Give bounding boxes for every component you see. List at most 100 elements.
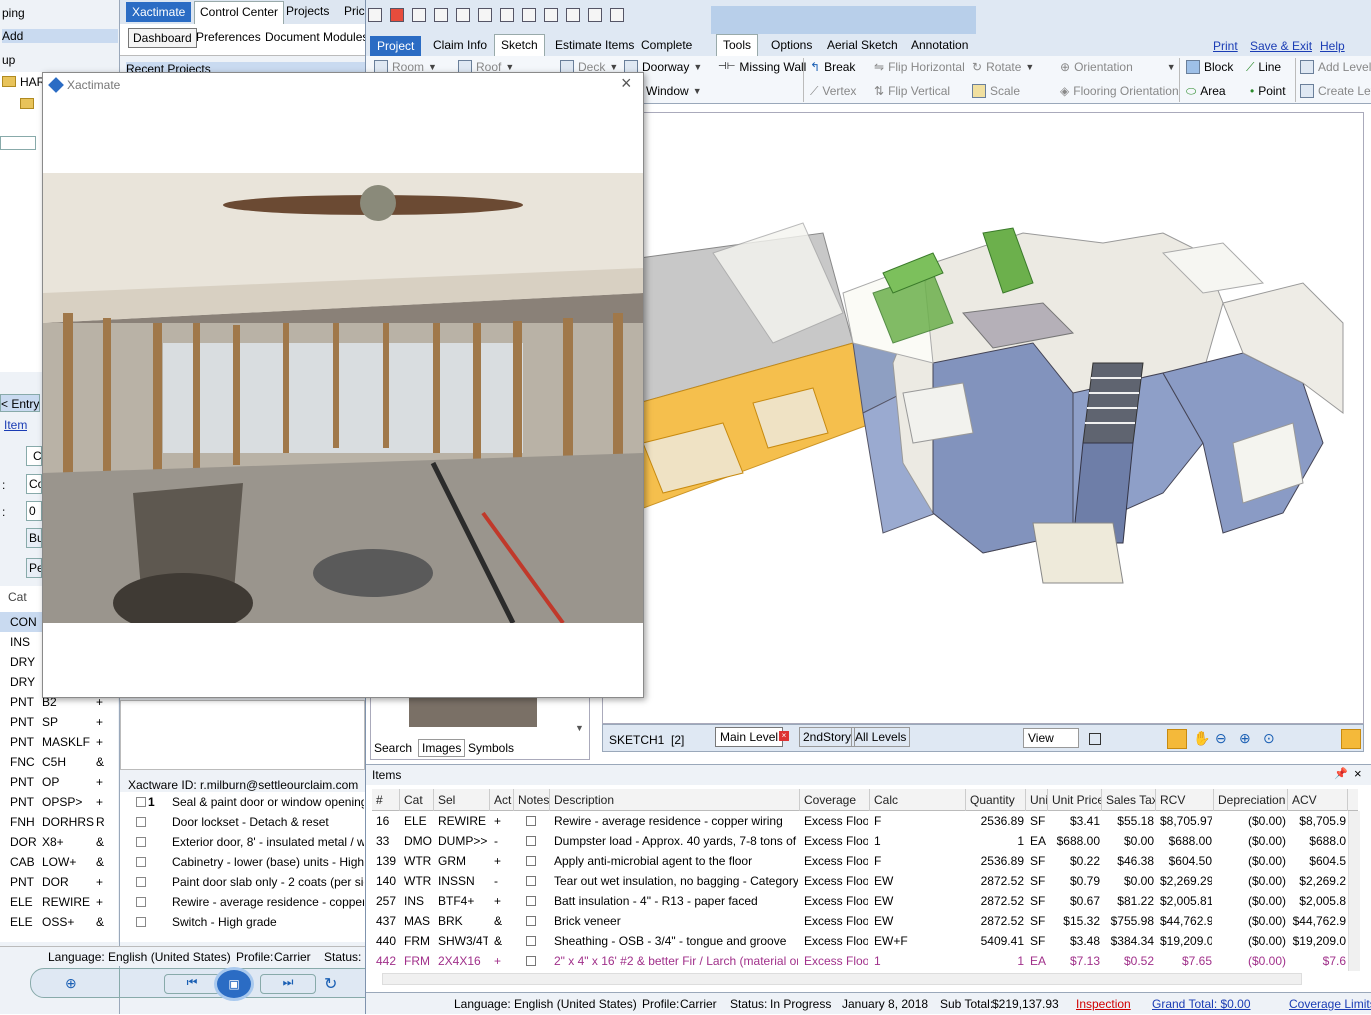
column-header[interactable]: Depreciation	[1214, 789, 1288, 811]
print-link[interactable]: Print	[1213, 39, 1238, 53]
left-row[interactable]: PNT SP +	[0, 712, 118, 732]
left-item-up[interactable]: up	[2, 53, 15, 67]
tab-2nd-story[interactable]: 2ndStory	[799, 727, 856, 747]
field-box-1[interactable]: Cl	[26, 446, 42, 466]
column-header[interactable]: Unit	[1026, 789, 1048, 811]
close-icon[interactable]: ×	[1354, 766, 1362, 781]
scale-button[interactable]: Scale	[972, 80, 1020, 102]
back-desc-row[interactable]: Switch - High grade	[120, 912, 365, 932]
undo-icon[interactable]	[500, 8, 514, 22]
back-desc-row[interactable]: Exterior door, 8' - insulated metal / wo…	[120, 832, 365, 852]
table-row[interactable]: 257 INS BTF4+ + Batt insulation - 4" - R13 -…	[372, 891, 1348, 911]
left-row[interactable]: ELE OSS+ &	[0, 912, 118, 932]
zoom-in-icon[interactable]: ⊕	[1239, 730, 1251, 747]
checklist-icon[interactable]	[390, 8, 404, 22]
copy-icon[interactable]	[412, 8, 426, 22]
table-row[interactable]: 442 FRM 2X4X16 +2" x 4" x 16' #2 & better F…	[372, 951, 1348, 971]
zoom-out-icon[interactable]: ⊖	[1215, 730, 1227, 747]
home-icon[interactable]	[588, 8, 602, 22]
table-row[interactable]: 16 ELE REWIRE + Rewire - average residence -…	[372, 811, 1348, 831]
inspection-link[interactable]: Inspection	[1076, 993, 1131, 1015]
view-dropdown[interactable]: View	[1023, 728, 1079, 748]
column-header[interactable]: Sel	[434, 789, 490, 811]
pan-hand-icon[interactable]: ✋	[1193, 730, 1210, 747]
left-row[interactable]: FNH DORHRS R	[0, 812, 118, 832]
tab-projects[interactable]: Projects	[286, 4, 329, 18]
tab-search[interactable]: Search	[374, 741, 412, 755]
back-desc-row[interactable]: Door lockset - Detach & reset	[120, 812, 365, 832]
tab-pricing[interactable]: Pric	[344, 4, 365, 18]
add-level-button[interactable]: Add Level	[1300, 56, 1371, 78]
scroll-down-icon[interactable]: ▼	[575, 723, 584, 733]
coverage-limits-link[interactable]: Coverage Limits	[1289, 993, 1371, 1015]
tab-main-level[interactable]: Main Level	[715, 727, 784, 747]
first-page-icon[interactable]: ⏮	[164, 974, 220, 994]
table-row[interactable]: 140 WTR INSSN - Tear out wet insulation, no …	[372, 871, 1348, 891]
column-header[interactable]: RCV	[1156, 789, 1214, 811]
sketch-canvas[interactable]	[602, 112, 1364, 724]
column-header[interactable]: Quantity	[966, 789, 1026, 811]
orientation-button[interactable]: ⊕ Orientation ▼	[1060, 56, 1176, 78]
window-button[interactable]: Window ▼	[646, 80, 702, 102]
ribbon-tab-aerial-sketch[interactable]: Aerial Sketch	[820, 34, 905, 56]
save-icon[interactable]	[434, 8, 448, 22]
back-desc-row[interactable]: Cabinetry - lower (base) units - High gr…	[120, 852, 365, 872]
screen-view-icon[interactable]: ▣	[214, 967, 254, 1001]
grand-total-link[interactable]: Grand Total: $0.00	[1152, 993, 1251, 1015]
column-header[interactable]: Notes	[514, 789, 550, 811]
column-header[interactable]: ACV	[1288, 789, 1348, 811]
export-icon[interactable]	[456, 8, 470, 22]
ribbon-tab-options[interactable]: Options	[764, 34, 819, 56]
pointer-icon[interactable]	[478, 8, 492, 22]
active-tool-icon[interactable]	[1167, 729, 1187, 749]
field-box-2[interactable]: Co	[26, 474, 42, 494]
ribbon-tab-estimate-items[interactable]: Estimate Items	[548, 34, 641, 56]
cut-icon[interactable]	[566, 8, 580, 22]
entry-tab[interactable]: < Entry	[0, 394, 40, 412]
table-row[interactable]: 437 MAS BRK & Brick veneer Excess Flood EW 2872…	[372, 911, 1348, 931]
left-item-ping[interactable]: ping	[2, 6, 25, 20]
items-vscroll[interactable]	[1348, 811, 1360, 971]
tab-symbols[interactable]: Symbols	[468, 741, 514, 755]
left-row[interactable]: PNT MASKLF +	[0, 732, 118, 752]
left-row[interactable]: ELE REWIRE +	[0, 892, 118, 912]
tab-all-levels[interactable]: All Levels	[851, 727, 911, 747]
left-row[interactable]: DOR X8+ &	[0, 832, 118, 852]
popup-close-icon[interactable]: ×	[621, 73, 632, 94]
paste-icon[interactable]	[544, 8, 558, 22]
item-link[interactable]: Item	[4, 418, 27, 432]
document-modules-button[interactable]: Document Modules	[265, 30, 368, 44]
render-3d-icon[interactable]	[1341, 729, 1361, 749]
left-row[interactable]: FNC C5H &	[0, 752, 118, 772]
select-box-icon[interactable]	[1089, 733, 1101, 745]
left-row[interactable]: PNT DOR +	[0, 872, 118, 892]
ribbon-tab-project[interactable]: Project	[370, 36, 422, 56]
line-button[interactable]: ⟋ Line	[1246, 56, 1281, 78]
table-row[interactable]: 33 DMO DUMP>> - Dumpster load - Approx. 40 y…	[372, 831, 1348, 851]
flooring-orientation-button[interactable]: ◈ Flooring Orientation	[1060, 80, 1179, 102]
column-header[interactable]: Act	[490, 789, 514, 811]
break-button[interactable]: ↰ Break	[810, 56, 855, 78]
table-row[interactable]: 139 WTR GRM + Apply anti-microbial agent to …	[372, 851, 1348, 871]
image-thumbnail[interactable]	[409, 697, 537, 727]
copy-page-icon[interactable]	[522, 8, 536, 22]
flip-horizontal-button[interactable]: ⇋ Flip Horizontal	[874, 56, 965, 78]
create-level-button[interactable]: Create Lev	[1300, 80, 1371, 102]
field-box-4[interactable]: Bu	[26, 528, 42, 548]
ribbon-tab-sketch[interactable]: Sketch	[494, 34, 545, 56]
ribbon-tab-complete[interactable]: Complete	[634, 34, 699, 56]
help-link[interactable]: Help	[1320, 39, 1345, 53]
pin-icon[interactable]: 📌	[1334, 767, 1348, 780]
tree-input[interactable]	[0, 136, 36, 150]
ribbon-tab-annotation[interactable]: Annotation	[904, 34, 975, 56]
field-box-3[interactable]: 0	[26, 501, 42, 521]
column-header[interactable]: Sales Tax	[1102, 789, 1156, 811]
back-desc-row[interactable]: 1 Seal & paint door or window opening - …	[120, 792, 365, 812]
left-row[interactable]: PNT OPSP> +	[0, 792, 118, 812]
vertex-button[interactable]: ⟋ Vertex	[810, 80, 856, 102]
column-header[interactable]: Cat	[400, 789, 434, 811]
tab-control-center[interactable]: Control Center	[194, 1, 285, 24]
left-row[interactable]: PNT OP +	[0, 772, 118, 792]
camera-icon[interactable]	[368, 8, 382, 22]
block-button[interactable]: Block	[1186, 56, 1233, 78]
